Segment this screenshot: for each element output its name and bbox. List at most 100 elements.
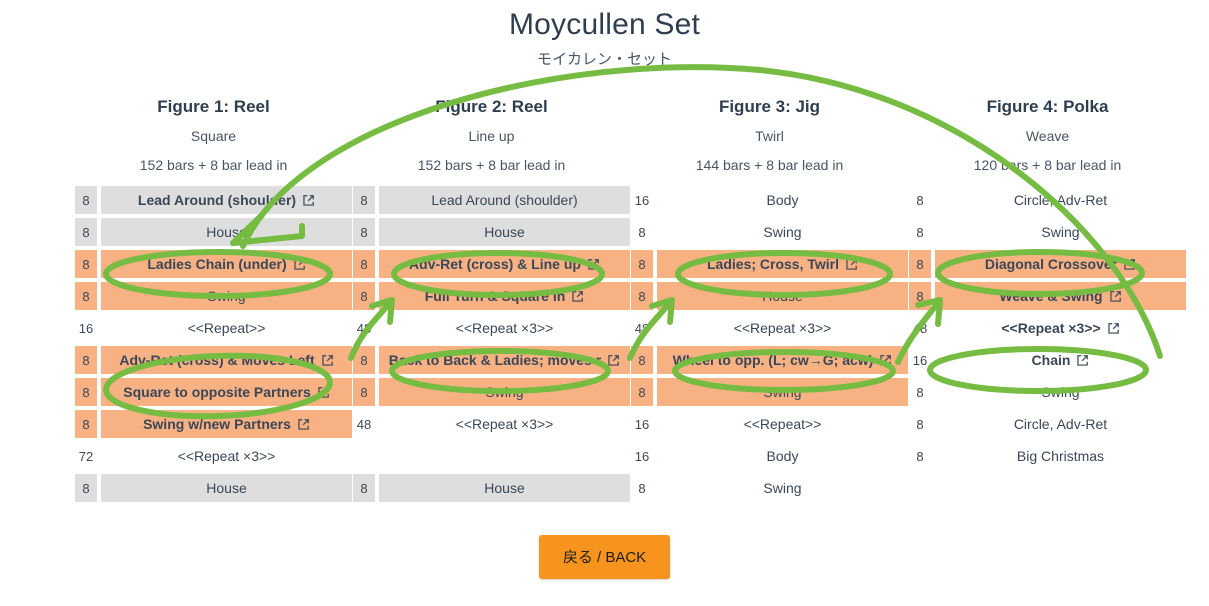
row-bar-count: 48 xyxy=(912,320,928,336)
figure-heading: Figure 3: Jig xyxy=(718,97,821,116)
row-bar-count: 8 xyxy=(353,282,375,310)
figure-row: 8 Swing xyxy=(353,378,630,406)
figure-row[interactable]: 8 Adv-Ret (cross) & Moves Left xyxy=(75,346,352,374)
row-movement-cell: Body xyxy=(657,186,908,214)
row-bar-count: 8 xyxy=(916,448,924,464)
figures-grid: Figure 1: Reel Square 152 bars + 8 bar lea… xyxy=(0,96,1209,506)
external-link-icon[interactable] xyxy=(321,354,334,367)
external-link-icon[interactable] xyxy=(1123,258,1136,271)
external-link-icon[interactable] xyxy=(1076,354,1089,367)
external-link-icon[interactable] xyxy=(297,418,310,431)
figure-row: 72 <<Repeat ×3>> xyxy=(75,442,352,470)
row-bar-count: 8 xyxy=(353,186,375,214)
figure-row: 8 House xyxy=(75,474,352,502)
row-movement-cell[interactable]: Lead Around (shoulder) xyxy=(101,186,352,214)
figure-row[interactable]: 8 Lead Around (shoulder) xyxy=(75,186,352,214)
row-movement-cell[interactable]: Full Turn & Square In xyxy=(379,282,630,310)
figure-row[interactable]: 8 Ladies Chain (under) xyxy=(75,250,352,278)
figure-row[interactable]: 16 Chain xyxy=(909,346,1186,374)
figure-heading: Figure 1: Reel xyxy=(157,97,270,116)
row-movement-label: Circle, Adv-Ret xyxy=(1013,416,1108,432)
row-movement-cell: Swing xyxy=(657,474,908,502)
row-bar-count: 8 xyxy=(631,378,653,406)
row-movement-cell[interactable]: Diagonal Crossover xyxy=(935,250,1186,278)
figure-row: 16 Body xyxy=(631,442,908,470)
row-movement-label: <<Repeat ×3>> xyxy=(455,320,554,336)
row-movement-cell[interactable]: Swing w/new Partners xyxy=(101,410,352,438)
external-link-icon[interactable] xyxy=(845,258,858,271)
row-bar-count: 8 xyxy=(631,250,653,278)
row-bar-count: 8 xyxy=(909,250,931,278)
figure-row[interactable]: 8 Full Turn & Square In xyxy=(353,282,630,310)
figure-row[interactable]: 8 Wheel to opp. (L; cw→G; acw) xyxy=(631,346,908,374)
row-movement-label: House xyxy=(762,288,803,304)
row-movement-label: <<Repeat ×3>> xyxy=(177,448,276,464)
figure-heading: Figure 2: Reel xyxy=(435,97,548,116)
row-movement-cell[interactable]: Back to Back & Ladies; moves r xyxy=(379,346,630,374)
row-movement-label: <<Repeat ×3>> xyxy=(733,320,832,336)
figure-row: 8 Big Christmas xyxy=(909,442,1186,470)
row-movement-cell: Body xyxy=(657,442,908,470)
row-bar-count: 8 xyxy=(916,224,924,240)
figure-row[interactable]: 8 Diagonal Crossover xyxy=(909,250,1186,278)
figure-row[interactable]: 8 Weave & Swing xyxy=(909,282,1186,310)
figure-bars: 120 bars + 8 bar lead in xyxy=(973,157,1122,173)
row-bar-count: 8 xyxy=(353,474,375,502)
row-movement-cell: <<Repeat ×3>> xyxy=(101,442,352,470)
figure-row[interactable]: 8 Ladies; Cross, Twirl xyxy=(631,250,908,278)
row-movement-cell: House xyxy=(379,218,630,246)
row-movement-cell[interactable]: Chain xyxy=(935,346,1186,374)
row-movement-label: Full Turn & Square In xyxy=(424,288,566,304)
row-movement-label: Swing xyxy=(485,384,524,400)
row-movement-cell[interactable]: Wheel to opp. (L; cw→G; acw) xyxy=(657,346,908,374)
external-link-icon[interactable] xyxy=(1109,290,1122,303)
row-bar-count: 8 xyxy=(75,346,97,374)
page-subtitle: モイカレン・セット xyxy=(536,51,672,68)
row-movement-label: Lead Around (shoulder) xyxy=(431,192,578,208)
row-bar-count: 48 xyxy=(356,320,372,336)
figure-column-4: Figure 4: Polka Weave 120 bars + 8 bar lea… xyxy=(909,96,1186,506)
figure-row[interactable]: 8 Adv-Ret (cross) & Line up xyxy=(353,250,630,278)
row-movement-cell[interactable]: Adv-Ret (cross) & Moves Left xyxy=(101,346,352,374)
figure-row[interactable]: 8 Square to opposite Partners xyxy=(75,378,352,406)
row-movement-cell[interactable]: <<Repeat ×3>> xyxy=(935,314,1186,342)
back-button[interactable]: 戻る / BACK xyxy=(538,535,671,579)
figure-row[interactable]: 8 Swing w/new Partners xyxy=(75,410,352,438)
row-movement-cell[interactable]: Square to opposite Partners xyxy=(101,378,352,406)
figure-bars: 144 bars + 8 bar lead in xyxy=(695,157,844,173)
external-link-icon[interactable] xyxy=(571,290,584,303)
row-movement-label: <<Repeat>> xyxy=(187,320,266,336)
figure-row[interactable]: 8 Back to Back & Ladies; moves r xyxy=(353,346,630,374)
row-movement-cell[interactable]: Ladies; Cross, Twirl xyxy=(657,250,908,278)
row-bar-count: 16 xyxy=(78,320,94,336)
external-link-icon[interactable] xyxy=(607,354,620,367)
row-movement-cell[interactable]: Adv-Ret (cross) & Line up xyxy=(379,250,630,278)
row-movement-label: Swing xyxy=(763,384,802,400)
external-link-icon[interactable] xyxy=(302,194,315,207)
row-movement-label: Ladies Chain (under) xyxy=(147,256,287,272)
row-bar-count: 48 xyxy=(634,320,650,336)
row-bar-count: 8 xyxy=(916,416,924,432)
row-movement-label: Weave & Swing xyxy=(999,288,1103,304)
figure-heading: Figure 4: Polka xyxy=(986,97,1109,116)
external-link-icon[interactable] xyxy=(587,258,600,271)
row-movement-label: <<Repeat>> xyxy=(743,416,822,432)
row-movement-cell[interactable]: Ladies Chain (under) xyxy=(101,250,352,278)
figure-subtitle: Weave xyxy=(1025,128,1070,144)
external-link-icon[interactable] xyxy=(317,386,330,399)
row-movement-cell: Lead Around (shoulder) xyxy=(379,186,630,214)
row-movement-cell[interactable]: Weave & Swing xyxy=(935,282,1186,310)
figure-column-1: Figure 1: Reel Square 152 bars + 8 bar lea… xyxy=(75,96,352,506)
row-bar-count: 16 xyxy=(912,352,928,368)
external-link-icon[interactable] xyxy=(1107,322,1120,335)
row-movement-cell: <<Repeat ×3>> xyxy=(379,314,630,342)
figure-row: 8 Swing xyxy=(631,218,908,246)
figure-rows: 8 Lead Around (shoulder) 8 House 8 Adv-Ret (c… xyxy=(353,186,630,502)
figure-row[interactable]: 48 <<Repeat ×3>> xyxy=(909,314,1186,342)
figure-row: 16 <<Repeat>> xyxy=(631,410,908,438)
external-link-icon[interactable] xyxy=(879,354,892,367)
row-bar-count: 16 xyxy=(634,416,650,432)
row-bar-count: 8 xyxy=(909,282,931,310)
row-movement-label: Chain xyxy=(1031,352,1071,368)
external-link-icon[interactable] xyxy=(293,258,306,271)
